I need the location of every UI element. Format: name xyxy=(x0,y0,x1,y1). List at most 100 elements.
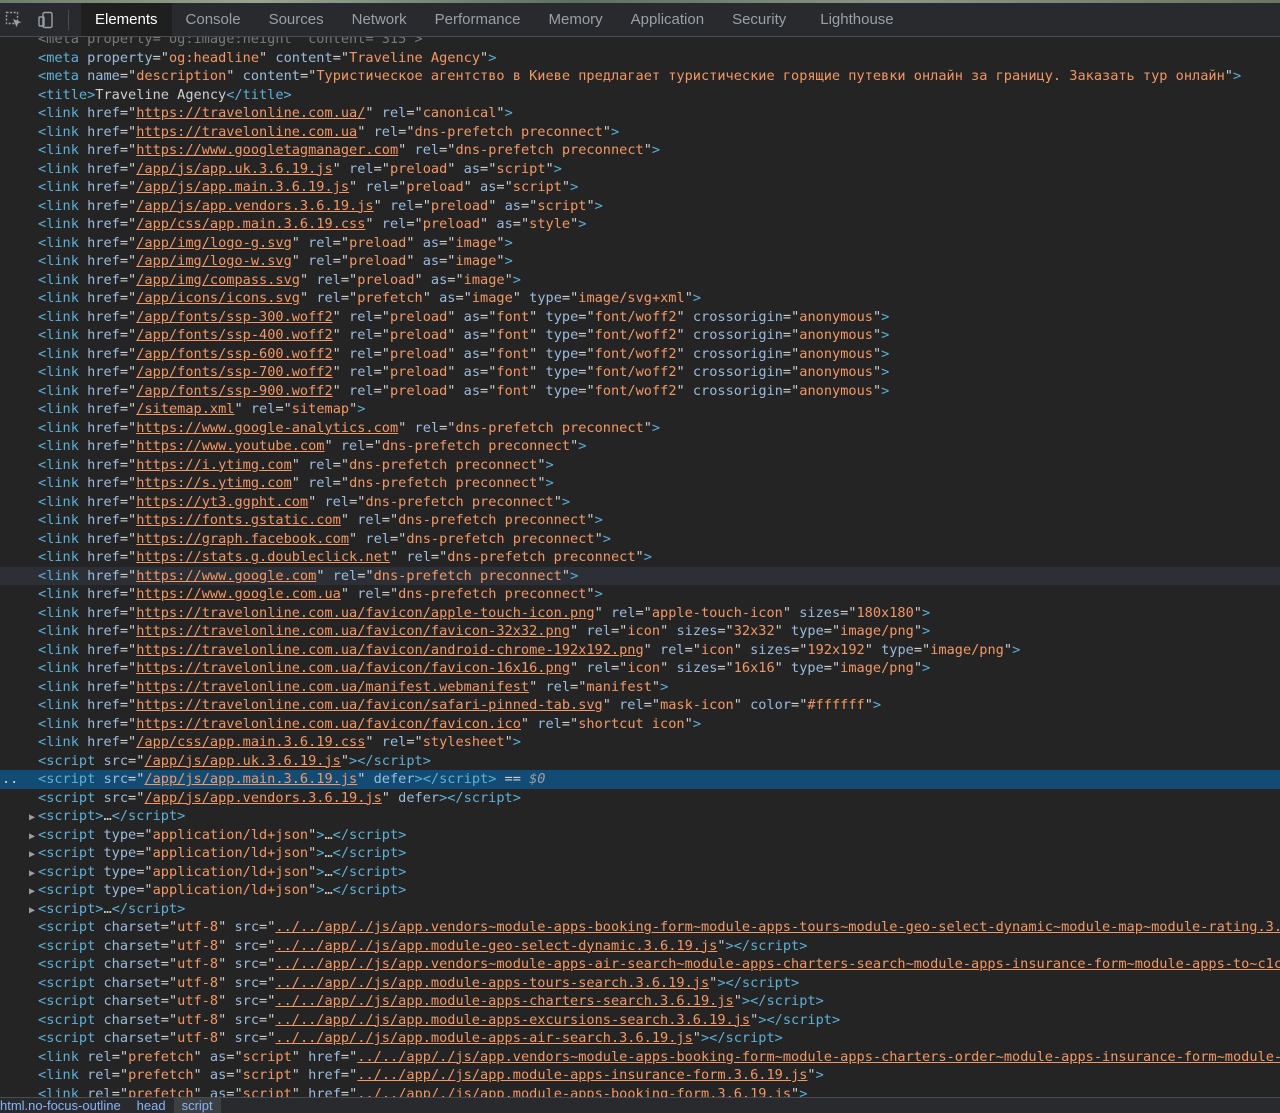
attr-link[interactable]: https://travelonline.com.ua/favicon/favi… xyxy=(136,716,521,732)
attr-link[interactable]: /app/js/app.vendors.3.6.19.js xyxy=(144,790,381,806)
dom-node-line[interactable]: <link href="https://travelonline.com.ua/… xyxy=(0,696,1280,715)
dom-node-line[interactable]: ▶ <script>…</script> xyxy=(0,807,1280,826)
dom-node-line[interactable]: <link href="/app/fonts/ssp-400.woff2" re… xyxy=(0,326,1280,345)
attr-link[interactable]: ../../app/./js/app.vendors~module-apps-a… xyxy=(275,956,1280,972)
attr-link[interactable]: /app/js/app.main.3.6.19.js xyxy=(144,771,357,787)
dom-node-line[interactable]: <script charset="utf-8" src="../../app/.… xyxy=(0,918,1280,937)
attr-link[interactable]: https://i.ytimg.com xyxy=(136,457,292,473)
dom-node-line[interactable]: <link href="/app/js/app.vendors.3.6.19.j… xyxy=(0,197,1280,216)
dom-node-line[interactable]: ▶ <script type="application/ld+json">…</s… xyxy=(0,844,1280,863)
dom-node-line[interactable]: <link href="https://travelonline.com.ua/… xyxy=(0,659,1280,678)
attr-link[interactable]: /app/img/compass.svg xyxy=(136,272,300,288)
dom-node-line[interactable]: <link href="https://travelonline.com.ua/… xyxy=(0,641,1280,660)
dom-node-line[interactable]: <link href="https://travelonline.com.ua/… xyxy=(0,604,1280,623)
attr-link[interactable]: https://www.googletagmanager.com xyxy=(136,142,398,158)
attr-link[interactable]: ../../app/./js/app.module-apps-excursion… xyxy=(275,1012,750,1028)
dom-node-line[interactable]: <link href="/app/css/app.main.3.6.19.css… xyxy=(0,215,1280,234)
expand-triangle-icon[interactable]: ▶ xyxy=(0,902,38,919)
attr-link[interactable]: /app/fonts/ssp-300.woff2 xyxy=(136,309,332,325)
attr-link[interactable]: https://travelonline.com.ua/favicon/favi… xyxy=(136,623,570,639)
expand-triangle-icon[interactable]: ▶ xyxy=(0,865,38,882)
device-toolbar-icon[interactable] xyxy=(36,10,56,30)
dom-node-line[interactable]: <link href="/app/fonts/ssp-300.woff2" re… xyxy=(0,308,1280,327)
tab-performance[interactable]: Performance xyxy=(421,3,535,36)
tab-security[interactable]: Security xyxy=(718,3,800,36)
dom-node-line[interactable]: <link href="https://www.google-analytics… xyxy=(0,419,1280,438)
dom-node-line[interactable]: <link href="https://fonts.gstatic.com" r… xyxy=(0,511,1280,530)
dom-node-line[interactable]: <link rel="prefetch" as="script" href=".… xyxy=(0,1085,1280,1098)
dom-node-line[interactable]: <link rel="prefetch" as="script" href=".… xyxy=(0,1066,1280,1085)
attr-link[interactable]: /app/css/app.main.3.6.19.css xyxy=(136,216,365,232)
attr-link[interactable]: /app/js/app.vendors.3.6.19.js xyxy=(136,198,373,214)
dom-node-line[interactable]: <script charset="utf-8" src="../../app/.… xyxy=(0,974,1280,993)
dom-node-line[interactable]: <link href="/app/js/app.uk.3.6.19.js" re… xyxy=(0,160,1280,179)
attr-link[interactable]: /app/fonts/ssp-700.woff2 xyxy=(136,364,332,380)
attr-link[interactable]: https://travelonline.com.ua/favicon/appl… xyxy=(136,605,594,621)
dom-node-line[interactable]: <link href="https://travelonline.com.ua/… xyxy=(0,715,1280,734)
dom-node-line[interactable]: <link href="https://www.google.com" rel=… xyxy=(0,566,1280,585)
attr-link[interactable]: https://www.google.com xyxy=(136,568,316,584)
dom-node-line[interactable]: <link href="https://i.ytimg.com" rel="dn… xyxy=(0,456,1280,475)
attr-link[interactable]: https://travelonline.com.ua/favicon/safa… xyxy=(136,697,603,713)
attr-link[interactable]: /app/fonts/ssp-600.woff2 xyxy=(136,346,332,362)
attr-link[interactable]: ../../app/./js/app.module-apps-charters-… xyxy=(275,993,733,1009)
attr-link[interactable]: /app/css/app.main.3.6.19.css xyxy=(136,734,365,750)
attr-link[interactable]: https://travelonline.com.ua/manifest.web… xyxy=(136,679,529,695)
attr-link[interactable]: https://graph.facebook.com xyxy=(136,531,349,547)
attr-link[interactable]: https://travelonline.com.ua xyxy=(136,124,357,140)
dom-node-line[interactable]: <link href="https://www.youtube.com" rel… xyxy=(0,437,1280,456)
dom-node-line[interactable]: <link href="/app/css/app.main.3.6.19.css… xyxy=(0,733,1280,752)
attr-link[interactable]: ../../app/./js/app.module-apps-booking-f… xyxy=(357,1086,791,1098)
tab-sources[interactable]: Sources xyxy=(255,3,338,36)
attr-link[interactable]: https://s.ytimg.com xyxy=(136,475,292,491)
tab-memory[interactable]: Memory xyxy=(535,3,617,36)
dom-node-line[interactable]: <link href="https://www.googletagmanager… xyxy=(0,141,1280,160)
dom-node-line[interactable]: <link href="https://s.ytimg.com" rel="dn… xyxy=(0,474,1280,493)
attr-link[interactable]: /app/js/app.uk.3.6.19.js xyxy=(136,161,332,177)
dom-node-line[interactable]: ▶ <script type="application/ld+json">…</s… xyxy=(0,863,1280,882)
breadcrumb-item[interactable]: script xyxy=(173,1098,221,1113)
attr-link[interactable]: /app/icons/icons.svg xyxy=(136,290,300,306)
elements-dom-tree[interactable]: <meta property="og:image:height" content… xyxy=(0,37,1280,1097)
expand-triangle-icon[interactable]: ▶ xyxy=(0,883,38,900)
dom-node-line[interactable]: <link href="/app/img/logo-w.svg" rel="pr… xyxy=(0,252,1280,271)
dom-node-line[interactable]: <script charset="utf-8" src="../../app/.… xyxy=(0,955,1280,974)
dom-node-line[interactable]: <meta property="og:image:height" content… xyxy=(0,37,1280,49)
attr-link[interactable]: ../../app/./js/app.vendors~module-apps-b… xyxy=(357,1049,1280,1065)
dom-node-line[interactable]: <script charset="utf-8" src="../../app/.… xyxy=(0,992,1280,1011)
inspect-element-icon[interactable] xyxy=(4,10,24,30)
tab-network[interactable]: Network xyxy=(338,3,421,36)
attr-link[interactable]: /app/js/app.main.3.6.19.js xyxy=(136,179,349,195)
attr-link[interactable]: https://stats.g.doubleclick.net xyxy=(136,549,390,565)
attr-link[interactable]: https://www.google-analytics.com xyxy=(136,420,398,436)
attr-link[interactable]: https://fonts.gstatic.com xyxy=(136,512,341,528)
attr-link[interactable]: /app/fonts/ssp-900.woff2 xyxy=(136,383,332,399)
dom-node-line[interactable]: <link href="https://travelonline.com.ua/… xyxy=(0,104,1280,123)
dom-node-line[interactable]: <link href="/app/img/logo-g.svg" rel="pr… xyxy=(0,234,1280,253)
dom-node-line[interactable]: <script charset="utf-8" src="../../app/.… xyxy=(0,1029,1280,1048)
attr-link[interactable]: ../../app/./js/app.module-apps-air-searc… xyxy=(275,1030,692,1046)
attr-link[interactable]: https://travelonline.com.ua/favicon/favi… xyxy=(136,660,570,676)
attr-link[interactable]: https://travelonline.com.ua/ xyxy=(136,105,365,121)
attr-link[interactable]: /app/js/app.uk.3.6.19.js xyxy=(144,753,340,769)
tab-console[interactable]: Console xyxy=(172,3,255,36)
dom-node-line[interactable]: <link href="/app/js/app.main.3.6.19.js" … xyxy=(0,178,1280,197)
dom-node-line[interactable]: <title>Traveline Agency</title> xyxy=(0,86,1280,105)
tab-elements[interactable]: Elements xyxy=(81,3,172,36)
dom-node-line[interactable]: <link href="/app/fonts/ssp-600.woff2" re… xyxy=(0,345,1280,364)
attr-link[interactable]: /app/fonts/ssp-400.woff2 xyxy=(136,327,332,343)
dom-node-line[interactable]: <meta property="og:headline" content="Tr… xyxy=(0,49,1280,68)
attr-link[interactable]: https://www.youtube.com xyxy=(136,438,324,454)
expand-triangle-icon[interactable]: ▶ xyxy=(0,828,38,845)
dom-node-line[interactable]: <link href="/app/fonts/ssp-900.woff2" re… xyxy=(0,382,1280,401)
dom-node-line[interactable]: <link href="/app/icons/icons.svg" rel="p… xyxy=(0,289,1280,308)
dom-node-line[interactable]: <link href="https://travelonline.com.ua"… xyxy=(0,123,1280,142)
breadcrumb-item[interactable]: html.no-focus-outline xyxy=(0,1098,129,1113)
attr-link[interactable]: ../../app/./js/app.module-geo-select-dyn… xyxy=(275,938,717,954)
dom-node-line[interactable]: <link href="https://graph.facebook.com" … xyxy=(0,530,1280,549)
expand-triangle-icon[interactable]: ▶ xyxy=(0,809,38,826)
dom-node-line[interactable]: <meta name="description" content="Турист… xyxy=(0,67,1280,86)
dom-node-line[interactable]: <link rel="prefetch" as="script" href=".… xyxy=(0,1048,1280,1067)
attr-link[interactable]: https://travelonline.com.ua/favicon/andr… xyxy=(136,642,643,658)
dom-node-line[interactable]: <link href="https://travelonline.com.ua/… xyxy=(0,622,1280,641)
